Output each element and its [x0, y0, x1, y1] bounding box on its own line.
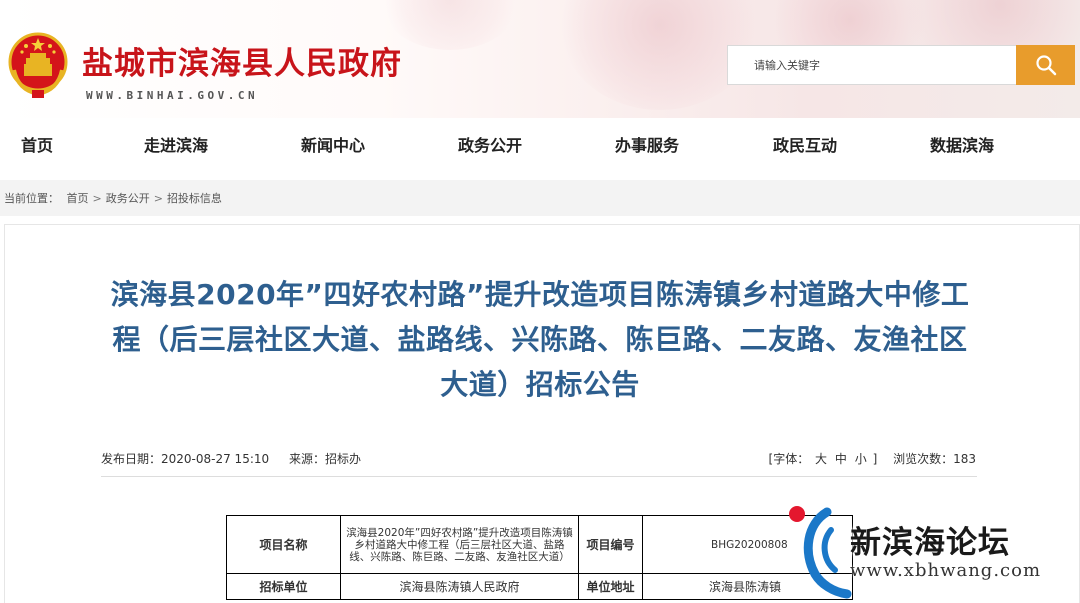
font-size-small-button[interactable]: 小	[855, 452, 867, 466]
nav-item-about[interactable]: 走进滨海	[144, 132, 208, 156]
breadcrumb-home[interactable]: 首页	[67, 192, 89, 205]
table-row: 招标单位 滨海县陈涛镇人民政府 单位地址 滨海县陈涛镇	[226, 573, 853, 600]
nav-item-interaction[interactable]: 政民互动	[773, 132, 837, 156]
breadcrumb-separator: >	[92, 192, 102, 205]
search-icon	[1035, 55, 1056, 76]
watermark-text: 新滨海论坛	[850, 525, 1010, 561]
table-row: 项目名称 滨海县2020年”四好农村路”提升改造项目陈涛镇乡村道路大中修工程（后…	[226, 515, 853, 574]
breadcrumb-bidding-info[interactable]: 招投标信息	[167, 192, 222, 205]
article-source: 来源：招标办	[288, 452, 361, 466]
view-count: 浏览次数：183	[893, 452, 976, 466]
breadcrumb-separator: >	[153, 192, 163, 205]
watermark-url: www.xbhwang.com	[850, 560, 1042, 581]
breadcrumb-bar: 当前位置： 首页 > 政务公开 > 招投标信息	[0, 180, 1080, 216]
table-cell: 滨海县2020年”四好农村路”提升改造项目陈涛镇乡村道路大中修工程（后三层社区大…	[340, 515, 579, 574]
breadcrumb-prefix: 当前位置：	[4, 192, 59, 205]
breadcrumb: 当前位置： 首页 > 政务公开 > 招投标信息	[4, 190, 222, 206]
article-tools: [字体： 大 中 小 ] 浏览次数：183	[769, 450, 976, 467]
search-box	[727, 45, 1017, 85]
nav-item-news[interactable]: 新闻中心	[301, 132, 365, 156]
search-input[interactable]	[728, 46, 1016, 84]
article-meta: 发布日期：2020-08-27 15:10 来源：招标办	[101, 450, 377, 467]
site-url: WWW.BINHAI.GOV.CN	[86, 89, 259, 102]
meta-divider	[101, 476, 977, 477]
font-size-close: ]	[872, 452, 878, 466]
national-emblem-icon[interactable]	[6, 30, 70, 100]
table-label: 项目编号	[578, 515, 643, 574]
font-size-large-button[interactable]: 大	[815, 452, 827, 466]
breadcrumb-gov-affairs[interactable]: 政务公开	[106, 192, 150, 205]
bid-info-table: 项目名称 滨海县2020年”四好农村路”提升改造项目陈涛镇乡村道路大中修工程（后…	[226, 515, 853, 600]
main-nav: 首页 走进滨海 新闻中心 政务公开 办事服务 政民互动 数据滨海	[0, 130, 1080, 160]
site-header: 盐城市滨海县人民政府 WWW.BINHAI.GOV.CN	[0, 0, 1080, 118]
table-label: 单位地址	[578, 573, 643, 600]
search-button[interactable]	[1016, 45, 1075, 85]
table-label: 项目名称	[226, 515, 341, 574]
nav-item-home[interactable]: 首页	[21, 132, 53, 156]
article-title: 滨海县2020年”四好农村路”提升改造项目陈涛镇乡村道路大中修工程（后三层社区大…	[110, 278, 970, 401]
site-title[interactable]: 盐城市滨海县人民政府	[82, 38, 402, 83]
table-cell: 滨海县陈涛镇人民政府	[340, 573, 579, 600]
nav-item-services[interactable]: 办事服务	[615, 132, 679, 156]
font-size-label: [字体：	[768, 452, 810, 466]
nav-item-gov-affairs[interactable]: 政务公开	[458, 132, 522, 156]
font-size-medium-button[interactable]: 中	[835, 452, 847, 466]
table-label: 招标单位	[226, 573, 341, 600]
publish-date: 发布日期：2020-08-27 15:10	[101, 452, 270, 466]
nav-item-data[interactable]: 数据滨海	[930, 132, 994, 156]
